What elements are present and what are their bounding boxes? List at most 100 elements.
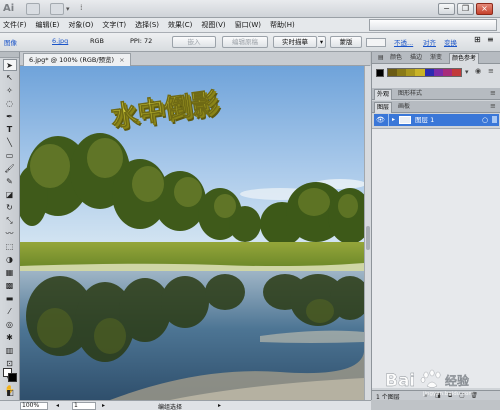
transform-link[interactable]: 变换 [444, 37, 457, 47]
eraser-tool-icon[interactable]: ◪ [3, 189, 17, 201]
tab-layers[interactable]: 图层 [374, 102, 393, 113]
scroll-thumb[interactable] [366, 226, 370, 250]
shape-builder-tool-icon[interactable]: ◑ [3, 254, 17, 266]
layer-row[interactable]: 👁 ▸ 图层 1 ○ [374, 114, 499, 126]
color-harmony-icon[interactable]: ◉ [475, 67, 481, 76]
direct-selection-tool-icon[interactable]: ↖ [3, 72, 17, 84]
layers-list-area [372, 128, 500, 388]
svg-text:Bai: Bai [385, 371, 415, 391]
expand-triangle-icon[interactable]: ▸ [392, 114, 395, 126]
tab-stroke[interactable]: 描边 [408, 53, 424, 64]
file-name-link[interactable]: 6.jpg [52, 37, 68, 45]
tab-appearance[interactable]: 外观 [374, 89, 393, 100]
prev-page-icon[interactable]: ◂ [56, 402, 59, 409]
drawing-mode-icon[interactable]: ◧ [3, 387, 17, 399]
document-tab[interactable]: 6.jpg* @ 100% (RGB/预览) × [23, 53, 131, 66]
toolbox: ➤ ↖ ✧ ◌ ✒ T ╲ ▭ 🖌 ✎ ◪ ↻ ⤡ 〰 ⬚ ◑ ▦ ▩ ▬ ⁄ … [0, 52, 20, 407]
tab-color-guide[interactable]: 颜色参考 [449, 53, 480, 64]
document-tab-title: 6.jpg* @ 100% (RGB/预览) [29, 56, 115, 64]
toolbox-grip[interactable] [0, 52, 19, 58]
tab-artboards[interactable]: 画板 [396, 102, 412, 113]
harmony-color-strip[interactable] [387, 68, 462, 77]
warp-tool-icon[interactable]: 〰 [3, 228, 17, 240]
column-graph-tool-icon[interactable]: ▥ [3, 345, 17, 357]
page-field[interactable]: 1 [72, 402, 96, 410]
visibility-eye-icon[interactable]: 👁 [376, 114, 385, 126]
gradient-tool-icon[interactable]: ▬ [3, 293, 17, 305]
rotate-tool-icon[interactable]: ↻ [3, 202, 17, 214]
menu-type[interactable]: 文字(T) [102, 20, 126, 30]
magic-wand-tool-icon[interactable]: ✧ [3, 85, 17, 97]
tab-color[interactable]: 颜色 [388, 53, 404, 64]
panel-menu-icon[interactable]: ≡ [490, 102, 496, 111]
menu-object[interactable]: 对象(O) [68, 20, 93, 30]
stroke-swatch[interactable] [8, 373, 17, 382]
panel-menu-icon[interactable]: ≡ [487, 35, 494, 44]
vertical-scrollbar[interactable] [364, 66, 371, 400]
arrange-icon[interactable]: ⊞ [474, 35, 481, 44]
embed-button[interactable]: 嵌入 [172, 36, 216, 48]
panel-menu-icon[interactable]: ≡ [488, 67, 494, 76]
live-trace-options-icon[interactable]: ▾ [318, 36, 326, 48]
menu-window[interactable]: 窗口(W) [235, 20, 261, 30]
canvas[interactable]: 水中倒影 水中倒影 水中倒影 [20, 66, 364, 400]
menu-bar: 文件(F) 编辑(E) 对象(O) 文字(T) 选择(S) 效果(C) 视图(V… [0, 18, 500, 33]
restore-button[interactable]: ❐ [457, 3, 474, 15]
mesh-tool-icon[interactable]: ▩ [3, 280, 17, 292]
eyedropper-tool-icon[interactable]: ⁄ [3, 306, 17, 318]
selection-indicator[interactable] [492, 116, 497, 123]
type-tool-icon[interactable]: T [3, 124, 17, 136]
scale-tool-icon[interactable]: ⤡ [3, 215, 17, 227]
symbol-sprayer-tool-icon[interactable]: ✱ [3, 332, 17, 344]
tab-gradient[interactable]: 渐变 [428, 53, 444, 64]
tab-graphic-styles[interactable]: 图形样式 [396, 89, 424, 100]
bridge-icon[interactable] [26, 3, 40, 15]
close-button[interactable]: × [476, 3, 493, 15]
layer-name[interactable]: 图层 1 [415, 114, 434, 126]
blend-tool-icon[interactable]: ◎ [3, 319, 17, 331]
svg-text:经验: 经验 [445, 373, 470, 388]
selection-tool-icon[interactable]: ➤ [2, 59, 17, 71]
line-tool-icon[interactable]: ╲ [3, 137, 17, 149]
ppi-label: PPI: 72 [130, 37, 153, 45]
perspective-grid-tool-icon[interactable]: ▦ [3, 267, 17, 279]
arrange-documents-icon[interactable] [50, 3, 64, 15]
status-menu-icon[interactable]: ▸ [218, 402, 221, 409]
chevron-down-icon[interactable]: ▾ [465, 68, 469, 77]
zoom-field[interactable]: 100% [20, 402, 48, 410]
opacity-link[interactable]: 不透... [394, 37, 413, 47]
live-trace-button[interactable]: 实时描摹 [273, 36, 317, 48]
layers-panel: 外观 图形样式 ≡ 图层 画板 ≡ 👁 ▸ 图层 1 ○ 1 个图层 ⌕ ◨ ⧉… [371, 88, 500, 401]
menu-select[interactable]: 选择(S) [135, 20, 159, 30]
base-color-swatch[interactable] [376, 69, 384, 77]
close-tab-icon[interactable]: × [119, 56, 124, 64]
tab-swatches[interactable]: ▤ [376, 53, 386, 64]
menu-help[interactable]: 帮助(H) [270, 20, 295, 30]
menu-view[interactable]: 视图(V) [201, 20, 225, 30]
menu-edit[interactable]: 编辑(E) [36, 20, 60, 30]
next-page-icon[interactable]: ▸ [102, 402, 105, 409]
panel-menu-icon[interactable]: ≡ [490, 89, 496, 98]
document-tab-strip: 6.jpg* @ 100% (RGB/预览) × [20, 52, 370, 66]
paintbrush-tool-icon[interactable]: 🖌 [3, 163, 17, 175]
pencil-tool-icon[interactable]: ✎ [3, 176, 17, 188]
pin-icon: ⁞ [80, 3, 83, 12]
style-swatch[interactable] [366, 38, 386, 47]
pen-tool-icon[interactable]: ✒ [3, 111, 17, 123]
search-field[interactable] [369, 19, 497, 31]
baidu-watermark: Bai 经验 jingyan.baidu.com [385, 369, 474, 397]
free-transform-tool-icon[interactable]: ⬚ [3, 241, 17, 253]
minimize-button[interactable]: − [438, 3, 455, 15]
lasso-tool-icon[interactable]: ◌ [3, 98, 17, 110]
menu-file[interactable]: 文件(F) [3, 20, 27, 30]
color-panel-tabs: ▤ 颜色 描边 渐变 颜色参考 [372, 52, 500, 64]
object-type-label: 图像 [4, 39, 17, 47]
edit-original-button[interactable]: 编辑原稿 [222, 36, 268, 48]
rectangle-tool-icon[interactable]: ▭ [3, 150, 17, 162]
chevron-down-icon[interactable]: ▾ [66, 3, 74, 15]
target-circle-icon[interactable]: ○ [482, 114, 488, 126]
align-link[interactable]: 对齐 [423, 37, 436, 47]
mask-button[interactable]: 蒙版 [330, 36, 362, 48]
menu-effect[interactable]: 效果(C) [168, 20, 192, 30]
tool-status-label: 编组选择 [158, 404, 183, 410]
